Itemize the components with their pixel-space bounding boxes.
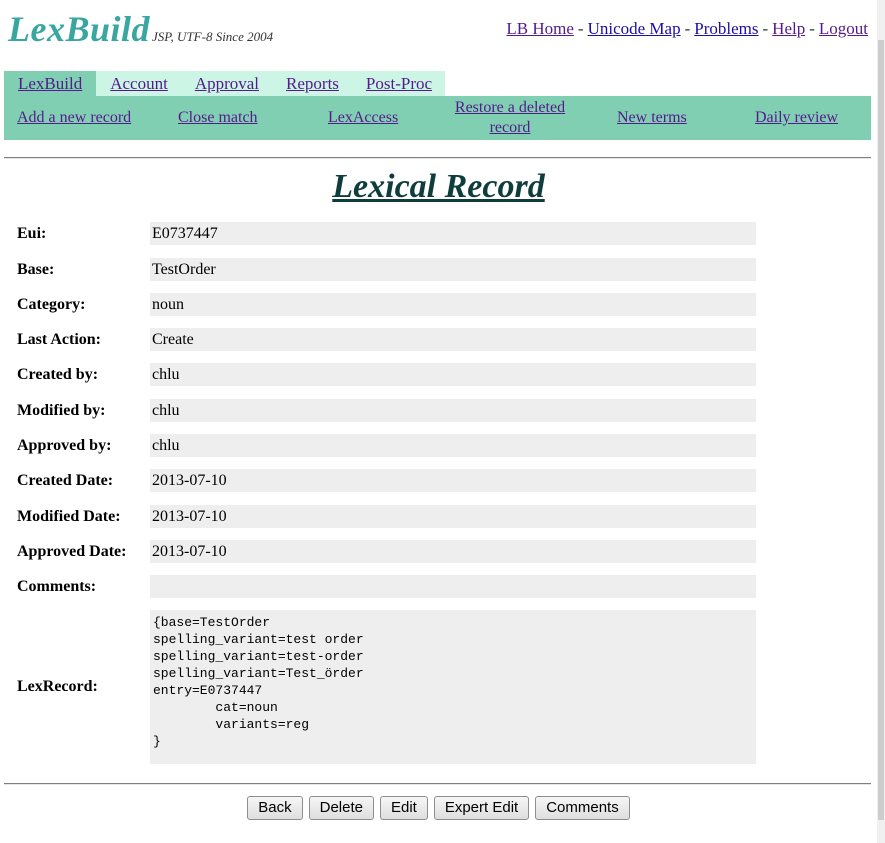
approved-date-value: 2013-07-10 <box>150 540 756 563</box>
main-tabs: LexBuild Account Approval Reports Post-P… <box>4 71 446 96</box>
lexrecord-value: {base=TestOrder spelling_variant=test or… <box>150 610 756 764</box>
tab-account[interactable]: Account <box>96 71 181 96</box>
comments-button[interactable]: Comments <box>535 796 630 820</box>
link-separator: - <box>809 19 815 38</box>
lexrecord-label: LexRecord: <box>17 678 98 695</box>
logout-link[interactable]: Logout <box>819 19 868 38</box>
base-value: TestOrder <box>150 258 756 281</box>
logo: LexBuild JSP, UTF-8 Since 2004 <box>8 8 273 50</box>
tab-post-proc[interactable]: Post-Proc <box>351 71 446 96</box>
category-value: noun <box>150 293 756 316</box>
delete-button[interactable]: Delete <box>308 796 374 820</box>
add-new-record-link[interactable]: Add a new record <box>17 108 131 128</box>
base-label: Base: <box>17 261 55 278</box>
logo-text: LexBuild <box>8 9 151 49</box>
new-terms-link[interactable]: New terms <box>617 108 687 128</box>
tab-reports[interactable]: Reports <box>272 71 352 96</box>
approved-by-label: Approved by: <box>17 437 112 454</box>
tab-approval[interactable]: Approval <box>180 71 273 96</box>
approved-by-value: chlu <box>150 434 756 457</box>
modified-by-label: Modified by: <box>17 402 106 419</box>
tab-reports-link[interactable]: Reports <box>286 74 339 93</box>
tab-account-link[interactable]: Account <box>110 74 168 93</box>
link-separator: - <box>684 19 691 38</box>
problems-link[interactable]: Problems <box>694 19 758 38</box>
created-by-value: chlu <box>150 363 756 386</box>
last-action-label: Last Action: <box>17 331 101 348</box>
tab-lexbuild[interactable]: LexBuild <box>4 71 97 96</box>
close-match-link[interactable]: Close match <box>178 108 258 128</box>
eui-value: E0737447 <box>150 222 756 245</box>
modified-by-value: chlu <box>150 399 756 422</box>
last-action-value: Create <box>150 328 756 351</box>
daily-review-link[interactable]: Daily review <box>755 108 838 128</box>
help-link[interactable]: Help <box>772 19 805 38</box>
link-separator: - <box>762 19 769 38</box>
sub-nav: Add a new record Close match LexAccess R… <box>4 96 871 140</box>
edit-button[interactable]: Edit <box>379 796 428 820</box>
back-button[interactable]: Back <box>247 796 303 820</box>
top-links: LB Home - Unicode Map - Problems - Help - Logout <box>506 19 868 39</box>
created-date-value: 2013-07-10 <box>150 469 756 492</box>
category-label: Category: <box>17 296 86 313</box>
logo-tagline: JSP, UTF-8 Since 2004 <box>152 29 274 44</box>
divider-bottom <box>4 783 871 785</box>
expert-edit-button[interactable]: Expert Edit <box>433 796 530 820</box>
tab-post-proc-link[interactable]: Post-Proc <box>366 74 432 93</box>
approved-date-label: Approved Date: <box>17 543 127 560</box>
modified-date-label: Modified Date: <box>17 508 121 525</box>
lb-home-link[interactable]: LB Home <box>506 19 574 38</box>
restore-link-line1: Restore a deleted <box>454 99 566 116</box>
vertical-scrollbar[interactable] <box>877 0 885 843</box>
page-title: Lexical Record <box>332 168 545 205</box>
restore-link-line2: record <box>489 119 531 136</box>
tab-lexbuild-link[interactable]: LexBuild <box>18 74 82 93</box>
divider-top <box>4 157 871 159</box>
unicode-map-link[interactable]: Unicode Map <box>588 19 681 38</box>
modified-date-value: 2013-07-10 <box>150 505 756 528</box>
tab-approval-link[interactable]: Approval <box>195 74 259 93</box>
link-separator: - <box>577 19 584 38</box>
created-date-label: Created Date: <box>17 472 114 489</box>
comments-value <box>150 575 756 598</box>
scrollbar-thumb[interactable] <box>878 40 884 820</box>
restore-deleted-record-link[interactable]: Restore a deleted record <box>450 98 570 138</box>
comments-label: Comments: <box>17 578 97 595</box>
created-by-label: Created by: <box>17 366 99 383</box>
action-buttons: Back Delete Edit Expert Edit Comments <box>0 796 877 820</box>
lexaccess-link[interactable]: LexAccess <box>328 108 398 128</box>
eui-label: Eui: <box>17 225 47 242</box>
